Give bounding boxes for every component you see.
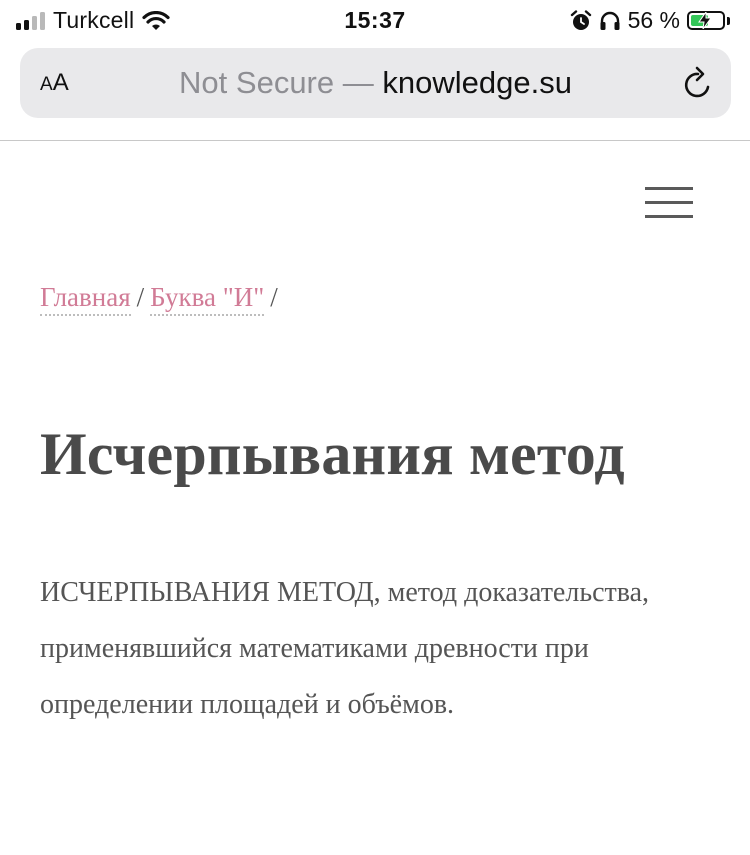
reload-icon[interactable] — [681, 66, 715, 102]
battery-percent: 56 % — [627, 7, 680, 33]
browser-divider — [0, 140, 750, 141]
battery-icon — [687, 11, 725, 30]
headphones-icon — [600, 11, 620, 30]
url-field[interactable]: Not Secure — knowledge.su — [80, 64, 671, 102]
hamburger-menu-icon[interactable] — [645, 187, 693, 219]
breadcrumb-separator: / — [136, 282, 145, 312]
url-separator: — — [342, 65, 374, 100]
text-size-large-label: A — [52, 69, 69, 96]
address-bar[interactable]: AA Not Secure — knowledge.su — [20, 48, 731, 118]
status-right: 56 % — [570, 7, 730, 34]
breadcrumb-category-link[interactable]: Буква "И" — [150, 282, 265, 316]
text-size-button[interactable]: AA — [40, 66, 69, 102]
breadcrumb: Главная / Буква "И" / — [40, 282, 284, 316]
security-label: Not Secure — [179, 65, 335, 100]
article-body: ИСЧЕРПЫВАНИЯ МЕТОД, метод доказательства… — [40, 577, 650, 720]
alarm-icon — [570, 9, 591, 30]
url-domain: knowledge.su — [382, 65, 572, 100]
breadcrumb-home-link[interactable]: Главная — [40, 282, 131, 316]
charging-bolt-icon — [698, 12, 712, 29]
breadcrumb-separator: / — [270, 282, 278, 312]
battery-cap — [727, 16, 730, 25]
status-bar: Turkcell 15:37 56 % — [0, 0, 750, 44]
page-title: Исчерпывания метод — [40, 421, 625, 487]
text-size-small-label: A — [40, 74, 53, 95]
